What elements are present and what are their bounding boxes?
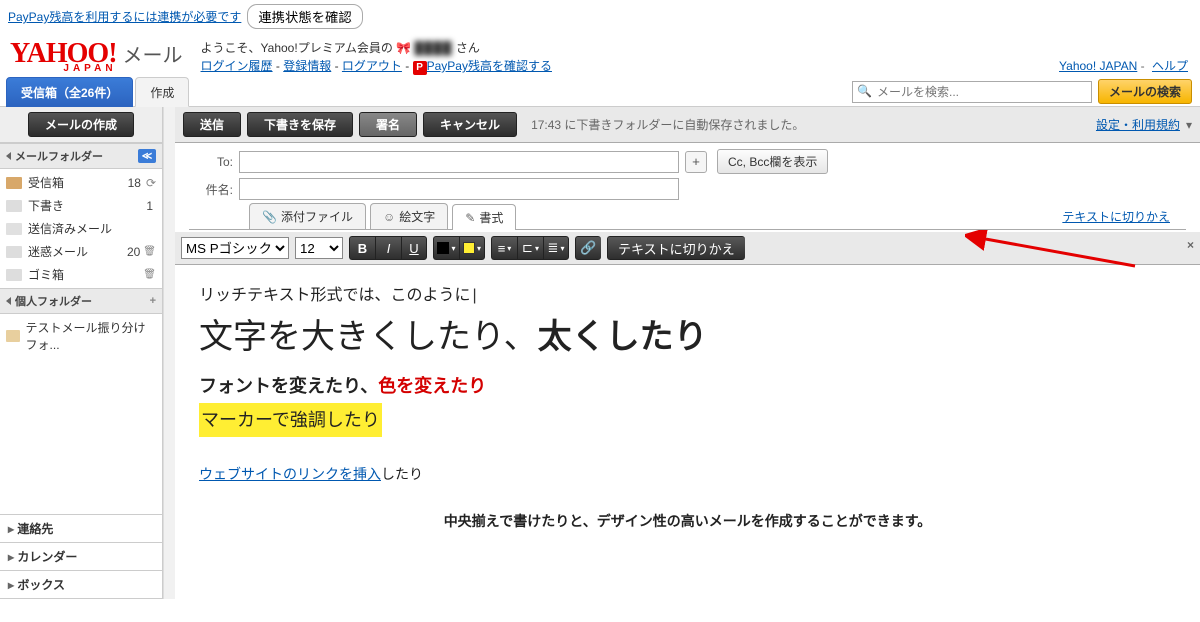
help-link[interactable]: ヘルプ	[1152, 59, 1188, 73]
sidebar-item-label: 送信済みメール	[28, 220, 112, 237]
sidebar-item-spam[interactable]: 迷惑メール 20🗑	[0, 240, 162, 263]
sidebar-hdr-mail-folders[interactable]: メールフォルダー ≪	[0, 143, 162, 169]
editor-link[interactable]: ウェブサイトのリンクを挿入	[199, 466, 381, 482]
to-field[interactable]	[239, 151, 679, 173]
add-recipient-button[interactable]: +	[685, 151, 707, 173]
sidebar-bottom-カレンダー[interactable]: カレンダー	[0, 543, 162, 571]
font-size-select[interactable]: 12	[295, 237, 343, 259]
send-button[interactable]: 送信	[183, 112, 241, 137]
to-label: To:	[189, 155, 233, 169]
list-button[interactable]: ≣▾	[543, 236, 569, 260]
sidebar-bottom-ボックス[interactable]: ボックス	[0, 571, 162, 599]
reg-info-link[interactable]: 登録情報	[283, 59, 331, 73]
login-history-link[interactable]: ログイン履歴	[201, 59, 273, 73]
underline-button[interactable]: U	[401, 236, 427, 260]
format-toolbar: MS Pゴシック 12 B I U ▾ ▾ ≡▾ ⊏▾ ≣▾ 🔗 テキストに切り…	[175, 232, 1200, 265]
sidebar-item-count: 1	[146, 199, 153, 213]
annotation-arrow	[965, 230, 1145, 270]
header: YAHOO! JAPAN メール ようこそ、Yahoo!プレミアム会員の 🎀 █…	[0, 33, 1200, 77]
sidebar-item-label: テストメール振り分けフォ...	[26, 319, 156, 353]
subject-label: 件名:	[189, 181, 233, 198]
inbox-icon	[6, 177, 22, 189]
sidebar-item-draft[interactable]: 下書き 1	[0, 194, 162, 217]
italic-button[interactable]: I	[375, 236, 401, 260]
yahoo-logo[interactable]: YAHOO!	[10, 44, 117, 64]
empty-icon[interactable]: 🗑	[143, 246, 156, 257]
show-ccbcc-button[interactable]: Cc, Bcc欄を表示	[717, 149, 828, 174]
tab-compose[interactable]: 作成	[135, 77, 189, 107]
editor-line-4: マーカーで強調したり	[199, 403, 382, 437]
paypay-balance-link[interactable]: PayPay残高を確認する	[427, 59, 552, 73]
rich-text-editor[interactable]: リッチテキスト形式では、このように 文字を大きくしたり、太くしたり フォントを変…	[175, 265, 1200, 550]
font-family-select[interactable]: MS Pゴシック	[181, 237, 289, 259]
sidebar-item-label: 受信箱	[28, 174, 64, 191]
bold-button[interactable]: B	[349, 236, 375, 260]
check-link-status-button[interactable]: 連携状態を確認	[247, 4, 362, 29]
yahoo-japan-link[interactable]: Yahoo! JAPAN	[1059, 59, 1137, 73]
sidebar-scrollbar[interactable]	[163, 107, 175, 599]
logout-link[interactable]: ログアウト	[342, 59, 402, 73]
sidebar-item-sent[interactable]: 送信済みメール	[0, 217, 162, 240]
sidebar-item-label: ゴミ箱	[28, 266, 64, 283]
sidebar-item-inbox[interactable]: 受信箱 18 ⟳	[0, 171, 162, 194]
switch-to-text-button[interactable]: テキストに切りかえ	[607, 236, 745, 260]
font-color-button[interactable]: ▾	[433, 236, 459, 260]
search-input[interactable]	[852, 81, 1092, 103]
settings-link[interactable]: 設定・利用規約	[1096, 116, 1180, 133]
welcome-prefix: ようこそ、Yahoo!プレミアム会員の	[201, 41, 393, 55]
emoji-tab[interactable]: ☺絵文字	[370, 203, 448, 229]
emoji-icon: ☺	[383, 210, 395, 224]
format-tab[interactable]: ✎書式	[452, 204, 516, 230]
signature-button[interactable]: 署名	[359, 112, 417, 137]
draft-icon	[6, 200, 22, 212]
folder-icon	[6, 330, 20, 342]
format-icon: ✎	[465, 211, 475, 225]
cancel-button[interactable]: キャンセル	[423, 112, 517, 137]
add-folder-icon[interactable]: +	[150, 295, 156, 307]
attach-tab[interactable]: 📎添付ファイル	[249, 203, 366, 229]
compose-mail-button[interactable]: メールの作成	[28, 112, 134, 137]
link-button[interactable]: 🔗	[575, 236, 601, 260]
username-blurred: ████	[415, 41, 453, 55]
paperclip-icon: 📎	[262, 210, 277, 224]
sidebar: メールの作成 メールフォルダー ≪ 受信箱18⟳下書き1送信済みメール迷惑メール…	[0, 107, 163, 599]
mail-label: メール	[123, 39, 183, 68]
sent-icon	[6, 223, 22, 235]
highlight-button[interactable]: ▾	[459, 236, 485, 260]
sidebar-item-label: 下書き	[28, 197, 64, 214]
editor-center-line: 中央揃えで書けたりと、デザイン性の高いメールを作成することができます。	[199, 508, 1176, 535]
close-toolbar-icon[interactable]: ×	[1187, 238, 1194, 252]
editor-big-line: 文字を大きくしたり、太くしたり	[199, 315, 1176, 360]
search-icon: 🔍	[857, 84, 872, 98]
trash-icon	[6, 269, 22, 281]
collapse-icon[interactable]: ≪	[138, 149, 156, 163]
spam-icon	[6, 246, 22, 258]
editor-line-1: リッチテキスト形式では、このように	[199, 281, 1176, 311]
save-draft-button[interactable]: 下書きを保存	[247, 112, 353, 137]
sidebar-hdr-personal-folders[interactable]: 個人フォルダー +	[0, 288, 162, 314]
reload-icon[interactable]: ⟳	[146, 176, 156, 190]
welcome-suffix: さん	[456, 41, 480, 55]
search-button[interactable]: メールの検索	[1098, 79, 1192, 104]
text-switch-link[interactable]: テキストに切りかえ	[1062, 208, 1170, 229]
editor-line-3: フォントを変えたり、色を変えたり	[199, 369, 1176, 403]
tab-inbox[interactable]: 受信箱（全26件）	[6, 77, 133, 107]
sidebar-bottom-連絡先[interactable]: 連絡先	[0, 515, 162, 543]
sidebar-item-personal-folder[interactable]: テストメール振り分けフォ...	[0, 316, 162, 356]
indent-button[interactable]: ⊏▾	[517, 236, 543, 260]
editor-link-suffix: したり	[381, 466, 423, 482]
subject-field[interactable]	[239, 178, 679, 200]
paypay-icon: P	[413, 61, 427, 75]
empty-icon[interactable]: 🗑	[143, 269, 156, 280]
sidebar-item-count: 18	[128, 176, 141, 190]
paypay-link-notice[interactable]: PayPay残高を利用するには連携が必要です	[8, 8, 241, 25]
sidebar-item-count: 20	[127, 245, 140, 259]
ribbon-icon: 🎀	[396, 41, 411, 55]
sidebar-item-trash[interactable]: ゴミ箱 🗑	[0, 263, 162, 286]
align-button[interactable]: ≡▾	[491, 236, 517, 260]
sidebar-item-label: 迷惑メール	[28, 243, 88, 260]
autosave-status: 17:43 に下書きフォルダーに自動保存されました。	[531, 116, 804, 133]
